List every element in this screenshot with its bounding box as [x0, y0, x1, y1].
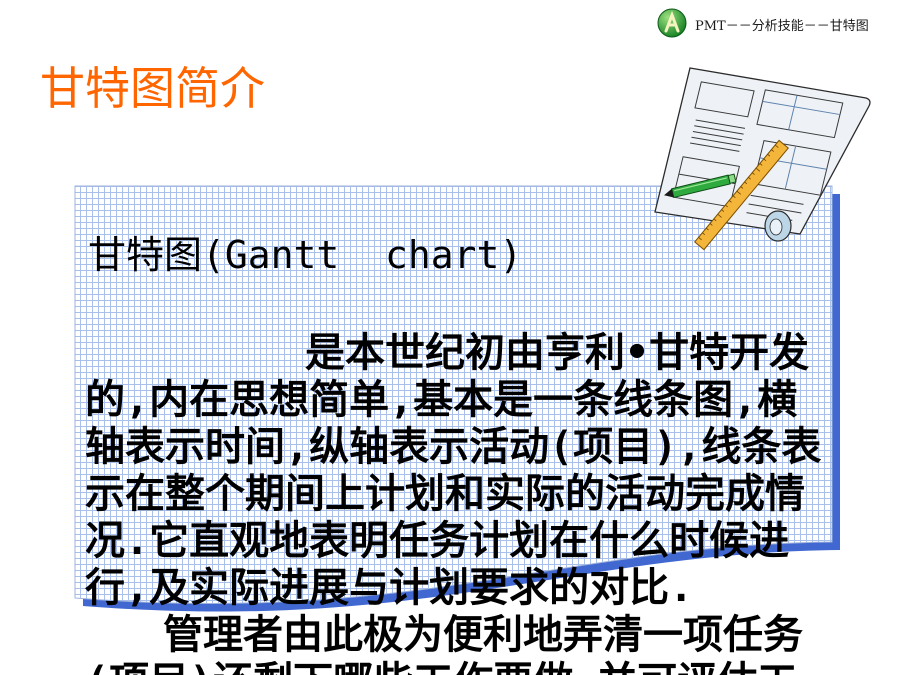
paragraph1-line-4: 示在整个期间上计划和实际的活动完成情: [85, 471, 805, 517]
paragraph2-line-2: (项目)还剩下哪些工作要做,并可评估工: [85, 659, 875, 675]
paragraph2-line-1: 管理者由此极为便利地弄清一项任务: [163, 612, 803, 658]
green-circle-logo-icon: [657, 8, 687, 38]
header-breadcrumb: PMT－－分析技能－－甘特图: [695, 19, 869, 34]
box-heading: 甘特图(Gantt chart): [88, 233, 523, 277]
paragraph1-line-1: 是本世纪初由亨利•甘特开发: [305, 330, 810, 376]
blueprint-paper: [654, 67, 871, 235]
paragraph1-line-6: 行,及实际进展与计划要求的对比.: [85, 565, 694, 611]
blueprint-ruler-pen-clipart: [654, 67, 871, 251]
slide-title: 甘特图简介: [40, 62, 266, 115]
paragraph1-line-5: 况.它直观地表明任务计划在什么时候进: [85, 518, 790, 564]
pen-cap: [727, 173, 737, 184]
paragraph1-line-3: 轴表示时间,纵轴表示活动(项目),线条表: [85, 424, 822, 470]
paragraph1-line-2: 的,内在思想简单,基本是一条线条图,横: [85, 377, 798, 423]
paper-roll-inner: [769, 218, 783, 236]
